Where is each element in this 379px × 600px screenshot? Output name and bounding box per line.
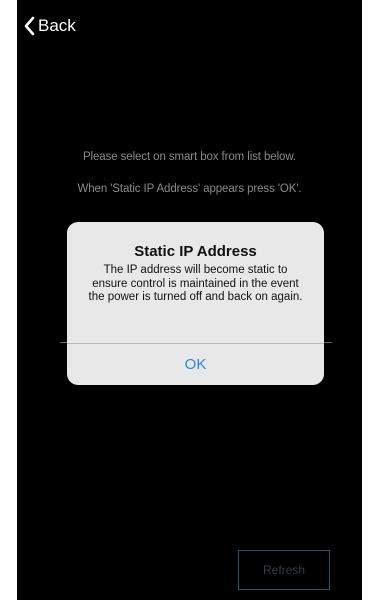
alert-message: The IP address will become static to ens… bbox=[88, 264, 303, 303]
refresh-button[interactable]: Refresh bbox=[238, 550, 330, 590]
back-button[interactable]: Back bbox=[23, 14, 76, 38]
instruction-text-ok: When 'Static IP Address' appears press '… bbox=[77, 183, 302, 195]
back-label: Back bbox=[38, 16, 76, 35]
alert-title: Static IP Address bbox=[134, 243, 257, 260]
chevron-left-icon bbox=[23, 16, 38, 36]
app-screen: Back Please select on smart box from lis… bbox=[17, 0, 362, 600]
ok-button[interactable]: OK bbox=[67, 344, 324, 385]
instruction-text-select: Please select on smart box from list bel… bbox=[82, 151, 296, 163]
static-ip-alert-dialog: Static IP Address The IP address will be… bbox=[67, 222, 324, 385]
